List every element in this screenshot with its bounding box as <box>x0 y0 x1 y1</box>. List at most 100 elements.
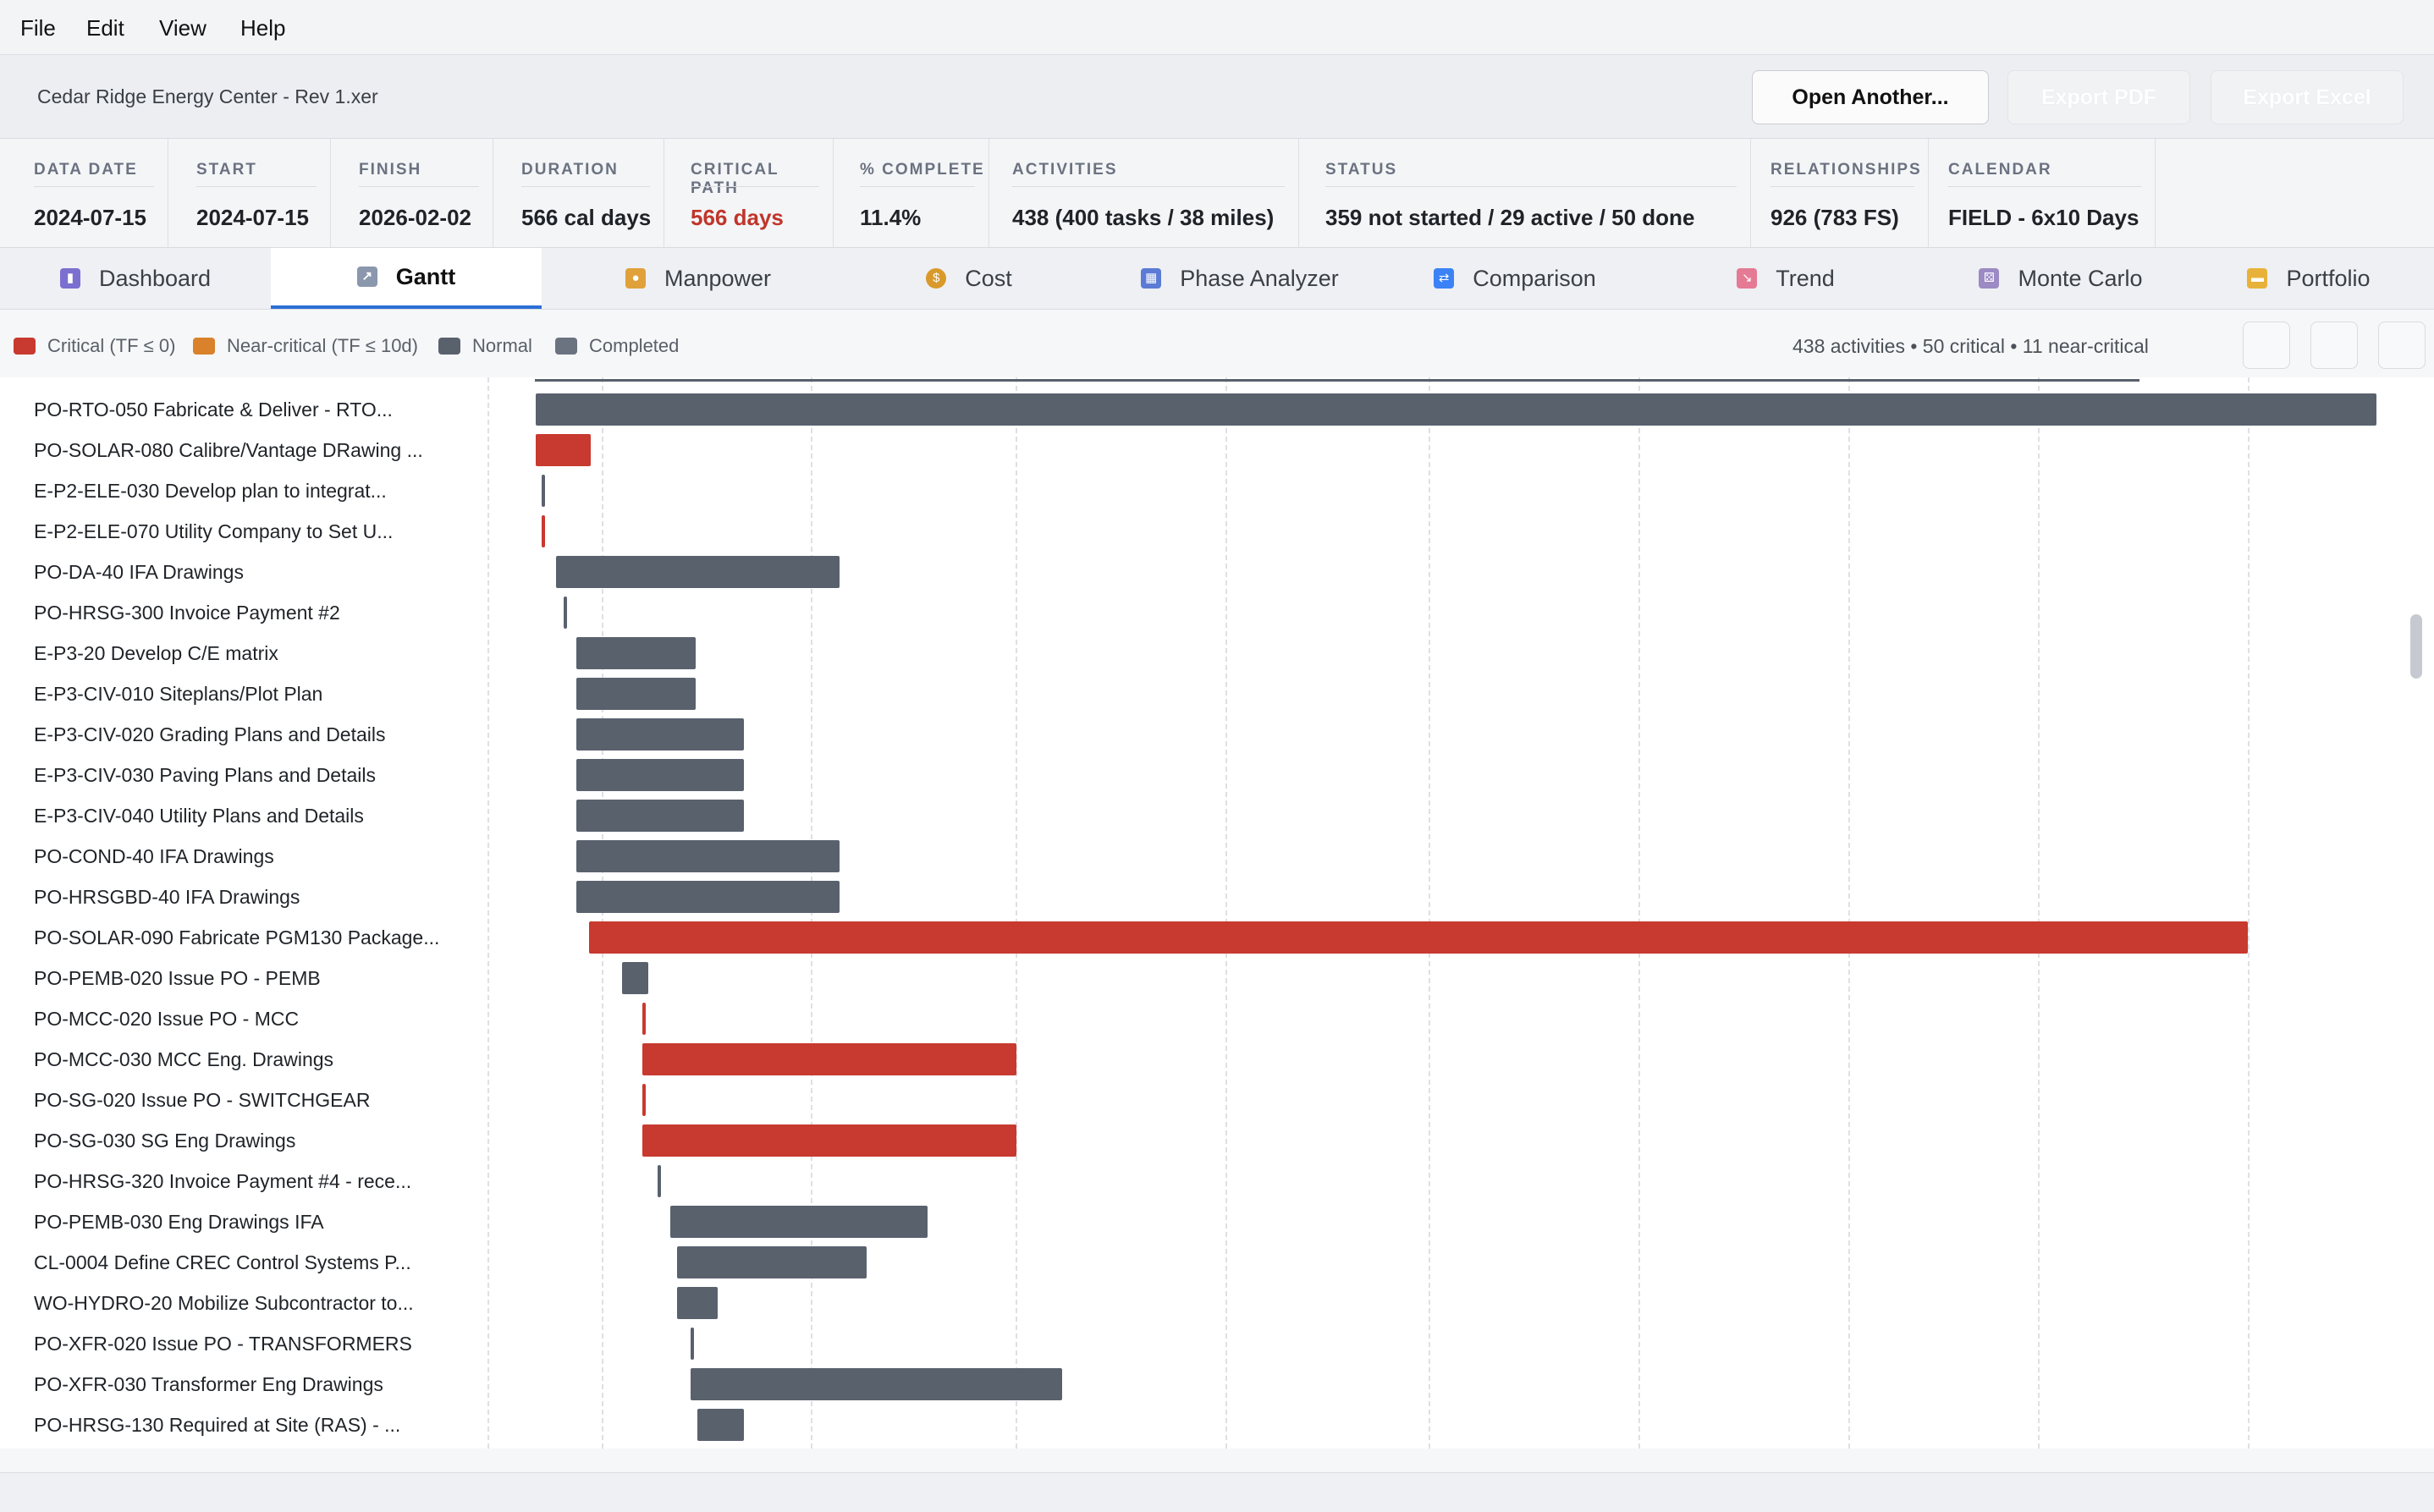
activity-label[interactable]: PO-XFR-030 Transformer Eng Drawings <box>34 1364 383 1405</box>
zoom-out-button[interactable] <box>2243 322 2290 369</box>
stat-activities: ACTIVITIES 438 (400 tasks / 38 miles) <box>999 139 1299 247</box>
critical-activity-bar[interactable] <box>536 434 592 466</box>
activity-label[interactable]: PO-MCC-020 Issue PO - MCC <box>34 998 299 1039</box>
activity-label[interactable]: PO-SOLAR-080 Calibre/Vantage DRawing ... <box>34 430 423 470</box>
activity-bar[interactable] <box>697 1409 744 1441</box>
gantt-gridline <box>1848 377 1850 1449</box>
activity-label[interactable]: PO-HRSG-320 Invoice Payment #4 - rece... <box>34 1161 411 1201</box>
activity-label[interactable]: E-P2-ELE-070 Utility Company to Set U... <box>34 511 393 552</box>
gantt-gridline <box>1225 377 1227 1449</box>
critical-activity-bar[interactable] <box>642 1124 1016 1157</box>
tab-dashboard[interactable]: ▮ Dashboard <box>0 248 271 309</box>
menu-view[interactable]: View <box>159 15 207 41</box>
gantt-gridline <box>602 377 603 1449</box>
zoom-in-button[interactable] <box>2310 322 2358 369</box>
folder-icon: ▬ <box>2247 268 2268 289</box>
activity-label[interactable]: PO-SG-020 Issue PO - SWITCHGEAR <box>34 1080 370 1120</box>
activity-bar[interactable] <box>575 800 744 832</box>
tab-cost[interactable]: $ Cost <box>855 248 1083 309</box>
activity-label[interactable]: E-P3-CIV-010 Siteplans/Plot Plan <box>34 674 322 714</box>
activity-bar[interactable] <box>622 962 648 994</box>
gantt-gridline <box>811 377 812 1449</box>
tab-bar: ▮ Dashboard ↗ Gantt ● Manpower $ Cost ▦ … <box>0 248 2434 310</box>
near-critical-swatch <box>193 338 215 355</box>
activity-bar[interactable] <box>677 1287 719 1319</box>
activity-bar[interactable] <box>575 840 840 872</box>
export-excel-button[interactable]: Export Excel <box>2211 70 2404 124</box>
tab-manpower[interactable]: ● Manpower <box>542 248 855 309</box>
trend-down-icon: ↘ <box>1737 268 1758 289</box>
activity-label[interactable]: PO-COND-40 IFA Drawings <box>34 836 274 877</box>
activity-bar[interactable] <box>541 475 545 507</box>
activity-label[interactable]: WO-HYDRO-20 Mobilize Subcontractor to... <box>34 1283 414 1323</box>
activity-label[interactable]: PO-RTO-050 Fabricate & Deliver - RTO... <box>34 389 393 430</box>
menu-edit[interactable]: Edit <box>86 15 124 41</box>
activity-summary: 438 activities • 50 critical • 11 near-c… <box>1792 335 2149 357</box>
activity-label[interactable]: PO-DA-40 IFA Drawings <box>34 552 244 592</box>
activity-bar[interactable] <box>657 1165 661 1197</box>
activity-bar[interactable] <box>575 637 697 669</box>
legend-near-critical: Near-critical (TF ≤ 10d) <box>193 335 418 357</box>
tab-trend[interactable]: ↘ Trend <box>1633 248 1938 309</box>
critical-activity-bar[interactable] <box>589 921 2248 954</box>
critical-swatch <box>14 338 36 355</box>
tab-comparison[interactable]: ⇄ Comparison <box>1396 248 1633 309</box>
vertical-scrollbar[interactable] <box>2410 614 2422 679</box>
tab-phase-analyzer[interactable]: ▦ Phase Analyzer <box>1083 248 1396 309</box>
legend-normal: Normal <box>438 335 532 357</box>
activity-bar[interactable] <box>575 759 744 791</box>
activity-label[interactable]: E-P3-CIV-030 Paving Plans and Details <box>34 755 376 795</box>
line-chart-icon: ↗ <box>356 267 377 287</box>
activity-bar[interactable] <box>575 678 697 710</box>
activity-label[interactable]: E-P3-CIV-040 Utility Plans and Details <box>34 795 364 836</box>
activity-bar[interactable] <box>575 718 744 751</box>
critical-activity-bar[interactable] <box>642 1003 647 1035</box>
title-bar: Cedar Ridge Energy Center - Rev 1.xer Op… <box>0 55 2434 139</box>
critical-activity-bar[interactable] <box>541 515 545 547</box>
activity-label[interactable]: PO-XFR-020 Issue PO - TRANSFORMERS <box>34 1323 412 1364</box>
critical-activity-bar[interactable] <box>642 1084 647 1116</box>
activity-bar[interactable] <box>563 597 567 629</box>
tab-portfolio[interactable]: ▬ Portfolio <box>2183 248 2434 309</box>
activity-label[interactable]: E-P2-ELE-030 Develop plan to integrat... <box>34 470 387 511</box>
activity-label[interactable]: PO-PEMB-020 Issue PO - PEMB <box>34 958 321 998</box>
menu-file[interactable]: File <box>20 15 56 41</box>
stat-finish: FINISH 2026-02-02 <box>345 139 493 247</box>
project-summary-line <box>535 379 2139 382</box>
gantt-gridline <box>487 377 489 1449</box>
activity-bar[interactable] <box>575 881 840 913</box>
worker-icon: ● <box>625 268 646 289</box>
dice-icon: ⚄ <box>1979 268 2000 289</box>
bar-chart-icon: ▮ <box>59 268 80 289</box>
open-another-button[interactable]: Open Another... <box>1752 70 1989 124</box>
gantt-gridline <box>2248 377 2250 1449</box>
activity-label[interactable]: CL-0004 Define CREC Control Systems P... <box>34 1242 411 1283</box>
menu-help[interactable]: Help <box>240 15 285 41</box>
activity-bar[interactable] <box>690 1328 695 1360</box>
activity-label[interactable]: E-P3-CIV-020 Grading Plans and Details <box>34 714 386 755</box>
activity-label[interactable]: PO-PEMB-030 Eng Drawings IFA <box>34 1201 324 1242</box>
project-stats: DATA DATE 2024-07-15 START 2024-07-15 FI… <box>0 139 2434 248</box>
activity-bar[interactable] <box>690 1368 1063 1400</box>
activity-bar[interactable] <box>669 1206 928 1238</box>
activity-label[interactable]: PO-MCC-030 MCC Eng. Drawings <box>34 1039 333 1080</box>
activity-bar[interactable] <box>555 556 840 588</box>
shuffle-icon: ⇄ <box>1434 268 1455 289</box>
activity-label[interactable]: PO-SOLAR-090 Fabricate PGM130 Package... <box>34 917 439 958</box>
activity-label[interactable]: E-P3-20 Develop C/E matrix <box>34 633 278 674</box>
tab-monte-carlo[interactable]: ⚄ Monte Carlo <box>1938 248 2183 309</box>
stat-percent-complete: % COMPLETE 11.4% <box>846 139 989 247</box>
activity-label[interactable]: PO-HRSGBD-40 IFA Drawings <box>34 877 300 917</box>
activity-bar[interactable] <box>536 393 2376 426</box>
activity-bar[interactable] <box>677 1246 867 1278</box>
activity-label[interactable]: PO-SG-030 SG Eng Drawings <box>34 1120 295 1161</box>
menu-bar: File Edit View Help <box>0 0 2434 55</box>
export-pdf-button[interactable]: Export PDF <box>2007 70 2190 124</box>
tab-gantt[interactable]: ↗ Gantt <box>271 248 542 309</box>
activity-label[interactable]: PO-HRSG-130 Required at Site (RAS) - ... <box>34 1405 400 1445</box>
calendar-icon: ▦ <box>1141 268 1162 289</box>
critical-activity-bar[interactable] <box>642 1043 1016 1075</box>
legend-critical: Critical (TF ≤ 0) <box>14 335 175 357</box>
fit-button[interactable] <box>2378 322 2426 369</box>
activity-label[interactable]: PO-HRSG-300 Invoice Payment #2 <box>34 592 340 633</box>
